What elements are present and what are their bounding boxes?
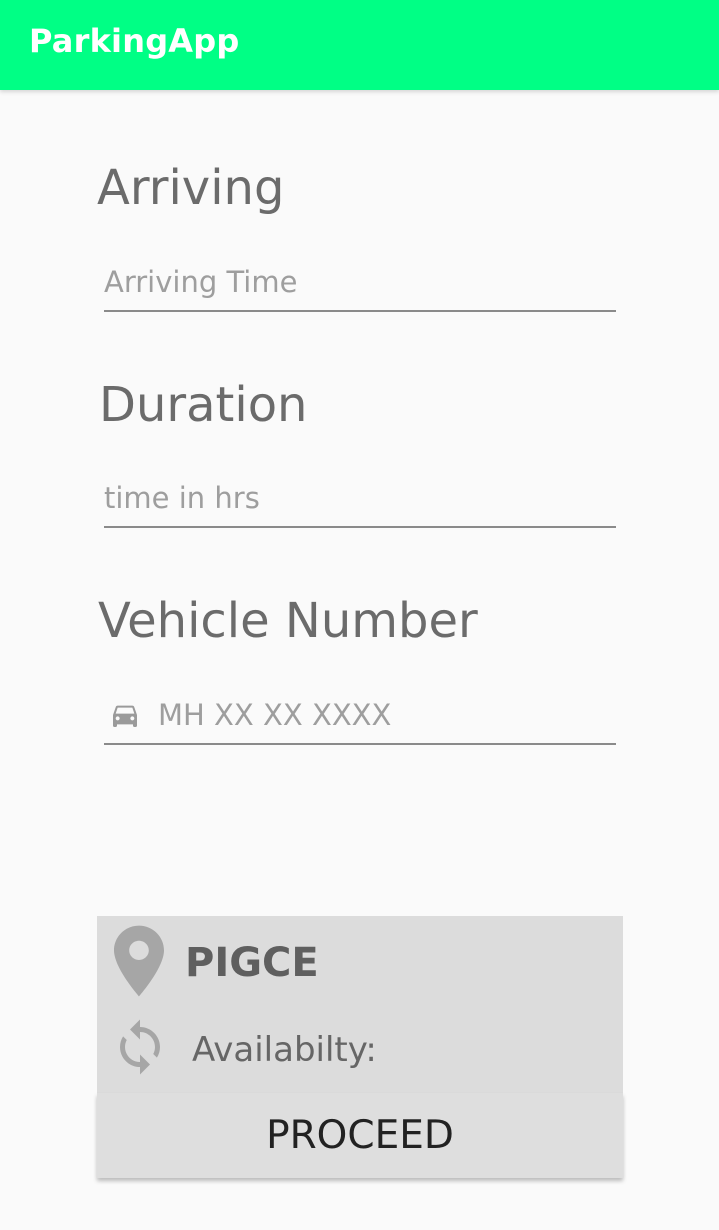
app-bar: ParkingApp [0, 0, 719, 90]
proceed-button[interactable]: PROCEED [97, 1093, 623, 1178]
arriving-time-input[interactable] [104, 258, 616, 306]
duration-label: Duration [99, 377, 308, 433]
arriving-time-field[interactable] [104, 258, 616, 312]
arriving-label: Arriving [97, 160, 285, 216]
app-title: ParkingApp [29, 22, 240, 60]
car-icon [113, 705, 137, 727]
vehicle-number-input[interactable] [158, 691, 616, 739]
place-card: PIGCE Availabilty: [97, 916, 623, 1094]
duration-field[interactable] [104, 474, 616, 528]
sync-icon [120, 1019, 160, 1075]
vehicle-number-field[interactable] [104, 691, 616, 745]
vehicle-number-label: Vehicle Number [98, 593, 478, 649]
duration-input[interactable] [104, 474, 616, 522]
location-pin-icon [114, 925, 164, 997]
place-name: PIGCE [185, 940, 319, 986]
availability-label: Availabilty: [192, 1030, 377, 1070]
